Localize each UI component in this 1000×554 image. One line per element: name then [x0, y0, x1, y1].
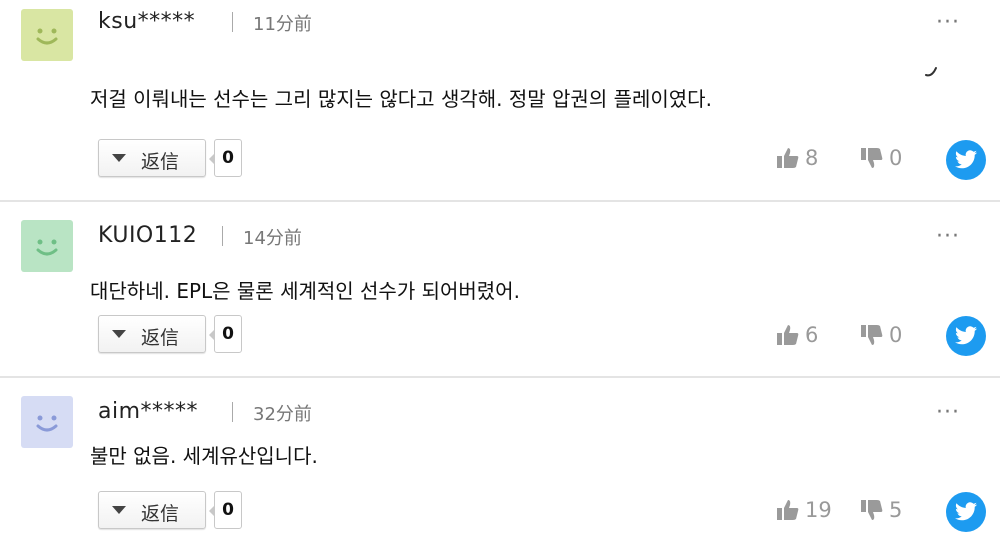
triangle-down-icon	[112, 154, 126, 162]
divider-bar	[232, 402, 233, 422]
comment-item: ksu***** 11分前 ··· 저걸 이뤄내는 선수는 그리 많지는 않다고…	[0, 0, 1000, 180]
timestamp: 11分前	[253, 14, 312, 35]
divider-bar	[232, 12, 233, 32]
avatar	[21, 9, 73, 61]
comment-item: KUIO112 14分前 ··· 대단하네. EPL은 물론 세계적인 선수가 …	[0, 202, 1000, 378]
dislike-button[interactable]: 0	[860, 322, 910, 350]
twitter-share-button[interactable]	[946, 140, 986, 180]
comment-item: aim***** 32分前 ··· 불만 없음. 세계유산입니다. 返信 0 1…	[0, 378, 1000, 554]
twitter-share-button[interactable]	[946, 316, 986, 356]
timestamp: 32分前	[253, 404, 312, 425]
dislike-button[interactable]: 5	[860, 497, 910, 525]
comment-text: 대단하네. EPL은 물론 세계적인 선수가 되어버렸어.	[90, 279, 520, 303]
more-options-icon[interactable]: ···	[936, 10, 960, 35]
avatar	[21, 220, 73, 272]
cursor-mark-icon	[925, 67, 937, 77]
like-button[interactable]: 6	[776, 322, 826, 350]
username[interactable]: KUIO112	[98, 223, 197, 248]
comment-text: 저걸 이뤄내는 선수는 그리 많지는 않다고 생각해. 정말 압권의 플레이였다…	[90, 87, 712, 111]
divider-bar	[222, 226, 223, 246]
smiley-avatar-icon	[21, 220, 73, 272]
reply-toggle-button[interactable]: 返信	[98, 315, 206, 353]
smiley-avatar-icon	[21, 9, 73, 61]
more-options-icon[interactable]: ···	[936, 224, 960, 249]
username[interactable]: aim*****	[98, 399, 198, 424]
reply-count: 0	[209, 491, 242, 529]
reply-toggle-button[interactable]: 返信	[98, 139, 206, 177]
reply-count: 0	[209, 139, 242, 177]
like-button[interactable]: 8	[776, 145, 826, 173]
like-count: 8	[805, 146, 819, 170]
reply-toggle-button[interactable]: 返信	[98, 491, 206, 529]
comment-text: 불만 없음. 세계유산입니다.	[90, 444, 318, 468]
username[interactable]: ksu*****	[98, 9, 195, 34]
like-count: 6	[805, 323, 819, 347]
avatar	[21, 396, 73, 448]
twitter-share-button[interactable]	[946, 492, 986, 532]
triangle-down-icon	[112, 330, 126, 338]
thumbs-down-icon	[861, 325, 883, 345]
twitter-icon	[955, 502, 977, 521]
reply-label: 返信	[141, 151, 180, 173]
thumbs-down-icon	[861, 148, 883, 168]
like-button[interactable]: 19	[776, 497, 836, 525]
thumbs-up-icon	[777, 325, 799, 345]
like-count: 19	[805, 498, 832, 522]
reply-label: 返信	[141, 503, 180, 525]
reply-count: 0	[209, 315, 242, 353]
thumbs-down-icon	[861, 500, 883, 520]
dislike-button[interactable]: 0	[860, 145, 910, 173]
twitter-icon	[955, 150, 977, 169]
twitter-icon	[955, 326, 977, 345]
reply-label: 返信	[141, 327, 180, 349]
thumbs-up-icon	[777, 500, 799, 520]
dislike-count: 0	[889, 146, 903, 170]
more-options-icon[interactable]: ···	[936, 400, 960, 425]
dislike-count: 5	[889, 498, 903, 522]
timestamp: 14分前	[243, 228, 302, 249]
thumbs-up-icon	[777, 148, 799, 168]
triangle-down-icon	[112, 506, 126, 514]
smiley-avatar-icon	[21, 396, 73, 448]
dislike-count: 0	[889, 323, 903, 347]
